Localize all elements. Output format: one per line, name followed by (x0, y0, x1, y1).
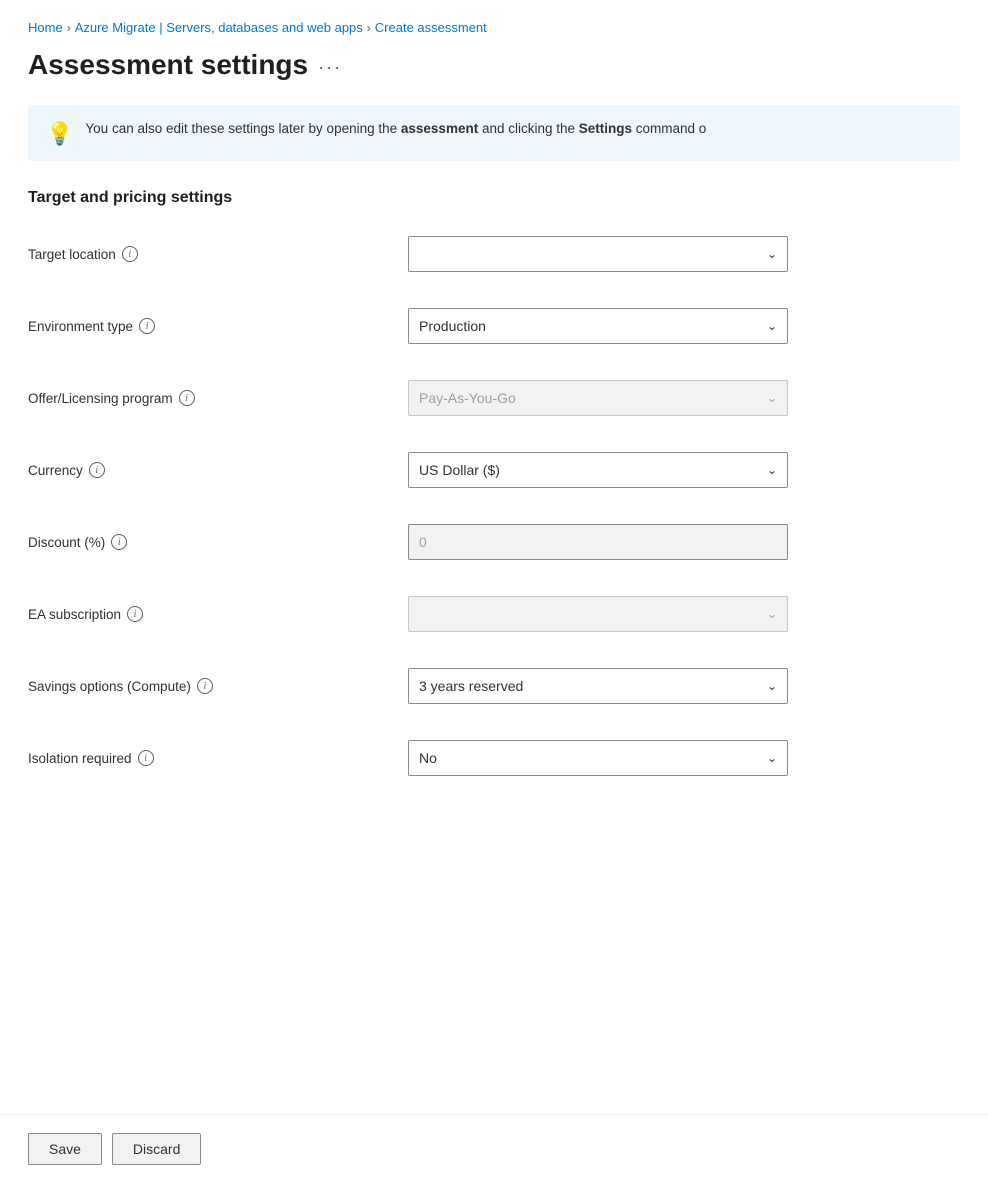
info-icon-environment-type[interactable]: i (139, 318, 155, 334)
save-button[interactable]: Save (28, 1133, 102, 1165)
field-discount: Discount (%) i (28, 517, 808, 567)
info-icon-ea-subscription[interactable]: i (127, 606, 143, 622)
dropdown-isolation-required[interactable]: No ⌄ (408, 740, 788, 776)
breadcrumb-create-assessment[interactable]: Create assessment (375, 20, 487, 35)
breadcrumb: Home › Azure Migrate | Servers, database… (28, 20, 960, 35)
dropdown-offer-licensing: Pay-As-You-Go ⌄ (408, 380, 788, 416)
field-isolation-required: Isolation required i No ⌄ (28, 733, 808, 783)
label-currency: Currency i (28, 462, 408, 478)
input-discount[interactable] (408, 524, 788, 560)
chevron-down-icon: ⌄ (767, 391, 777, 405)
chevron-down-icon: ⌄ (767, 607, 777, 621)
dropdown-savings-options[interactable]: 3 years reserved ⌄ (408, 668, 788, 704)
field-target-location: Target location i ⌄ (28, 229, 808, 279)
field-savings-options: Savings options (Compute) i 3 years rese… (28, 661, 808, 711)
label-target-location: Target location i (28, 246, 408, 262)
breadcrumb-sep-2: › (367, 21, 371, 35)
dropdown-environment-type-value: Production (419, 318, 486, 334)
dropdown-ea-subscription: ⌄ (408, 596, 788, 632)
chevron-down-icon: ⌄ (767, 247, 777, 261)
label-isolation-required: Isolation required i (28, 750, 408, 766)
field-environment-type: Environment type i Production ⌄ (28, 301, 808, 351)
field-currency: Currency i US Dollar ($) ⌄ (28, 445, 808, 495)
info-banner-text: You can also edit these settings later b… (85, 119, 706, 139)
breadcrumb-home[interactable]: Home (28, 20, 63, 35)
dropdown-currency[interactable]: US Dollar ($) ⌄ (408, 452, 788, 488)
field-ea-subscription: EA subscription i ⌄ (28, 589, 808, 639)
info-icon-target-location[interactable]: i (122, 246, 138, 262)
info-banner: 💡 You can also edit these settings later… (28, 105, 960, 161)
label-environment-type: Environment type i (28, 318, 408, 334)
info-icon-offer-licensing[interactable]: i (179, 390, 195, 406)
label-offer-licensing: Offer/Licensing program i (28, 390, 408, 406)
label-discount: Discount (%) i (28, 534, 408, 550)
dropdown-savings-options-value: 3 years reserved (419, 678, 523, 694)
label-savings-options: Savings options (Compute) i (28, 678, 408, 694)
discard-button[interactable]: Discard (112, 1133, 201, 1165)
chevron-down-icon: ⌄ (767, 679, 777, 693)
dropdown-currency-value: US Dollar ($) (419, 462, 500, 478)
more-options-button[interactable]: ··· (318, 57, 342, 78)
chevron-down-icon: ⌄ (767, 319, 777, 333)
info-icon-isolation-required[interactable]: i (138, 750, 154, 766)
page-title: Assessment settings (28, 49, 308, 81)
field-offer-licensing: Offer/Licensing program i Pay-As-You-Go … (28, 373, 808, 423)
breadcrumb-azure-migrate[interactable]: Azure Migrate | Servers, databases and w… (75, 20, 363, 35)
lightbulb-icon: 💡 (46, 121, 73, 147)
label-ea-subscription: EA subscription i (28, 606, 408, 622)
dropdown-target-location[interactable]: ⌄ (408, 236, 788, 272)
dropdown-offer-licensing-value: Pay-As-You-Go (419, 390, 516, 406)
footer: Save Discard (0, 1114, 988, 1183)
info-icon-currency[interactable]: i (89, 462, 105, 478)
dropdown-isolation-required-value: No (419, 750, 437, 766)
chevron-down-icon: ⌄ (767, 463, 777, 477)
info-icon-savings-options[interactable]: i (197, 678, 213, 694)
dropdown-environment-type[interactable]: Production ⌄ (408, 308, 788, 344)
section-title: Target and pricing settings (28, 189, 808, 207)
chevron-down-icon: ⌄ (767, 751, 777, 765)
breadcrumb-sep-1: › (67, 21, 71, 35)
info-icon-discount[interactable]: i (111, 534, 127, 550)
